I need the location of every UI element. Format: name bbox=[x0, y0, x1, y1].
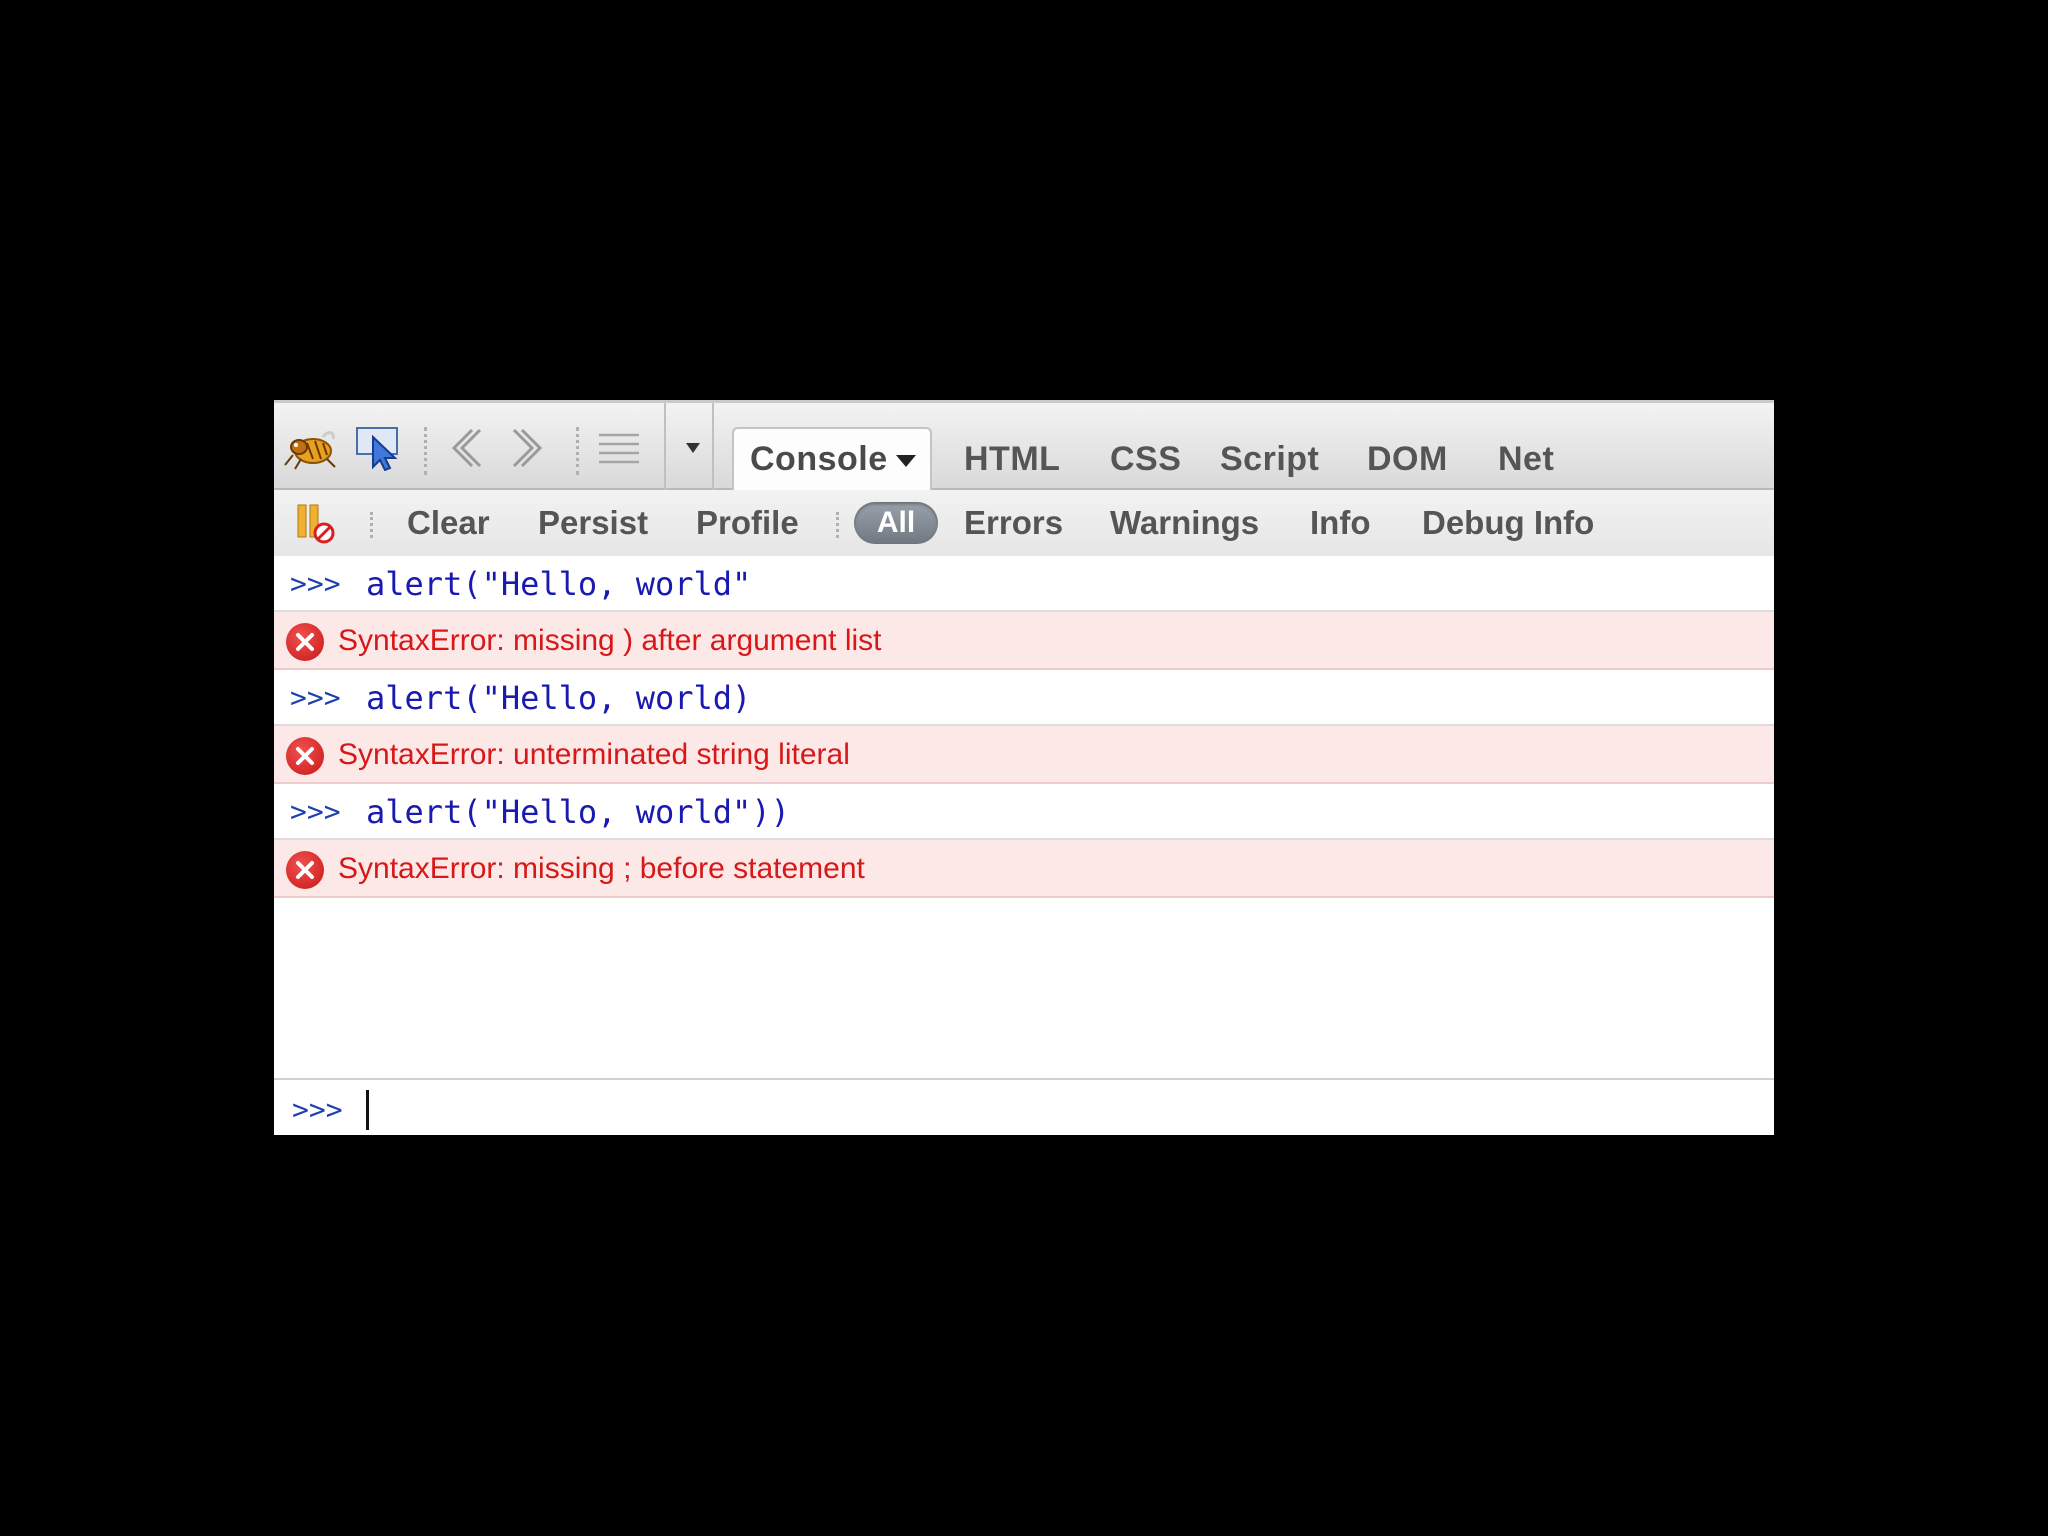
command-text: alert("Hello, world" bbox=[366, 565, 752, 603]
persist-button[interactable]: Persist bbox=[538, 498, 648, 548]
main-toolbar: Console HTML CSS Script DOM Net bbox=[274, 400, 1774, 491]
log-error-row[interactable]: SyntaxError: unterminated string literal bbox=[274, 726, 1774, 784]
error-message: SyntaxError: missing ; before statement bbox=[338, 852, 865, 885]
log-error-row[interactable]: SyntaxError: missing ) after argument li… bbox=[274, 612, 1774, 670]
error-message: SyntaxError: unterminated string literal bbox=[338, 738, 850, 771]
error-icon bbox=[286, 851, 324, 889]
command-prompt: >>> bbox=[290, 795, 341, 828]
log-command-row[interactable]: >>> alert("Hello, world) bbox=[274, 670, 1774, 726]
log-command-row[interactable]: >>> alert("Hello, world" bbox=[274, 556, 1774, 612]
error-message: SyntaxError: missing ) after argument li… bbox=[338, 624, 882, 657]
firebug-panel: Console HTML CSS Script DOM Net Clear Pe… bbox=[274, 400, 1774, 1135]
firebug-icon[interactable] bbox=[282, 423, 340, 473]
log-error-row[interactable]: SyntaxError: missing ; before statement bbox=[274, 840, 1774, 898]
error-icon bbox=[286, 737, 324, 775]
filter-separator bbox=[836, 512, 839, 538]
command-prompt: >>> bbox=[290, 567, 341, 600]
filter-warnings-button[interactable]: Warnings bbox=[1110, 498, 1259, 548]
toolbar-separator bbox=[424, 427, 427, 475]
clear-button[interactable]: Clear bbox=[407, 498, 490, 548]
tab-net[interactable]: Net bbox=[1498, 429, 1554, 489]
inspect-pointer-icon[interactable] bbox=[354, 423, 404, 473]
toolbar-separator bbox=[576, 427, 579, 475]
tab-console[interactable]: Console bbox=[732, 427, 932, 491]
filter-separator bbox=[370, 512, 373, 538]
tab-dom[interactable]: DOM bbox=[1367, 429, 1448, 489]
command-line: >>> bbox=[274, 1078, 1774, 1135]
toolbar-divider bbox=[712, 403, 714, 491]
tab-console-label: Console bbox=[750, 440, 888, 478]
console-filter-toolbar: Clear Persist Profile All Errors Warning… bbox=[274, 490, 1774, 556]
tab-css[interactable]: CSS bbox=[1110, 429, 1181, 489]
tab-html[interactable]: HTML bbox=[964, 429, 1060, 489]
break-on-errors-icon[interactable] bbox=[292, 498, 340, 548]
command-input[interactable] bbox=[366, 1088, 1746, 1130]
toolbar-divider bbox=[664, 403, 666, 491]
error-icon bbox=[286, 623, 324, 661]
forward-arrow-icon[interactable] bbox=[506, 423, 550, 473]
command-prompt: >>> bbox=[290, 681, 341, 714]
text-cursor bbox=[366, 1090, 369, 1130]
log-command-row[interactable]: >>> alert("Hello, world")) bbox=[274, 784, 1774, 840]
filter-all-button[interactable]: All bbox=[854, 502, 938, 544]
filter-errors-button[interactable]: Errors bbox=[964, 498, 1063, 548]
profile-button[interactable]: Profile bbox=[696, 498, 799, 548]
back-arrow-icon[interactable] bbox=[444, 423, 488, 473]
dropdown-triangle-icon[interactable] bbox=[678, 423, 708, 473]
filter-info-button[interactable]: Info bbox=[1310, 498, 1370, 548]
command-line-prompt: >>> bbox=[292, 1093, 343, 1126]
command-text: alert("Hello, world")) bbox=[366, 793, 790, 831]
command-text: alert("Hello, world) bbox=[366, 679, 752, 717]
console-log: >>> alert("Hello, world" SyntaxError: mi… bbox=[274, 556, 1774, 898]
chevron-down-icon bbox=[895, 455, 916, 468]
tab-script[interactable]: Script bbox=[1220, 429, 1319, 489]
list-icon[interactable] bbox=[596, 423, 642, 473]
filter-debug-info-button[interactable]: Debug Info bbox=[1422, 498, 1594, 548]
